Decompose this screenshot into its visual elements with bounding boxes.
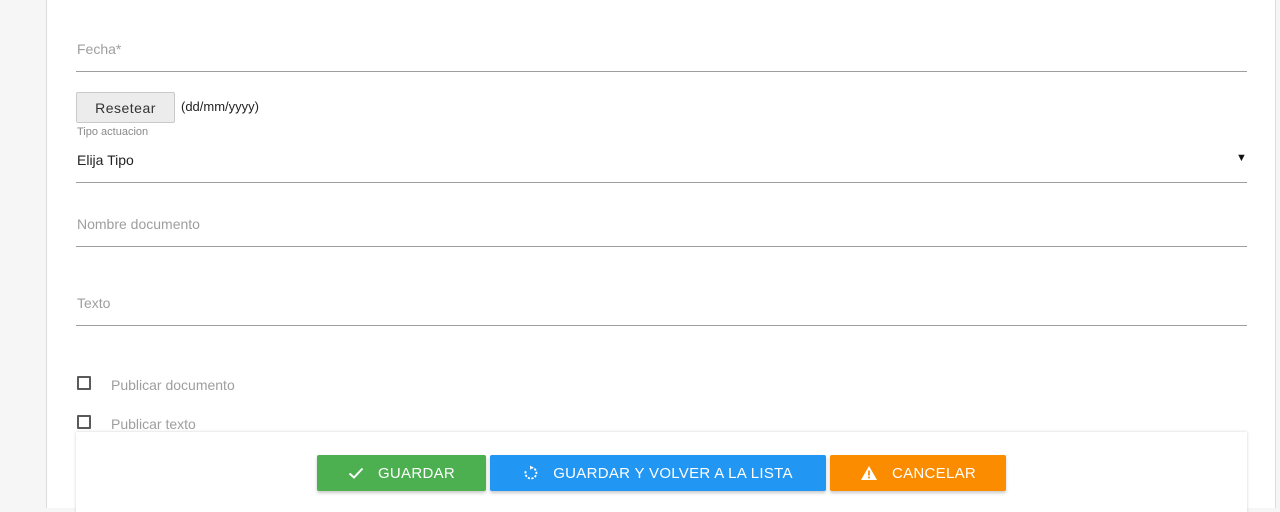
guardar-label: GUARDAR [377,464,456,482]
publicar-documento-label[interactable]: Publicar documento [111,377,235,393]
cancelar-label: CANCELAR [891,464,977,482]
publicar-documento-checkbox[interactable] [77,376,91,390]
tipo-actuacion-label: Tipo actuacion [77,126,149,138]
refresh-icon [523,465,539,481]
fecha-input[interactable]: Fecha* [77,41,121,57]
nombre-documento-input[interactable]: Nombre documento [77,216,200,232]
publicar-texto-label[interactable]: Publicar texto [111,416,196,432]
guardar-volver-label: GUARDAR Y VOLVER A LA LISTA [553,464,793,482]
tipo-actuacion-select[interactable]: Elija Tipo [77,152,134,168]
tipo-underline [76,182,1247,183]
texto-underline [76,325,1247,326]
reset-button[interactable]: Resetear [76,92,175,123]
guardar-volver-button[interactable]: GUARDAR Y VOLVER A LA LISTA [490,455,826,491]
dropdown-arrow-icon[interactable]: ▼ [1236,152,1247,164]
date-format-hint: (dd/mm/yyyy) [181,99,259,114]
publicar-texto-checkbox[interactable] [77,415,91,429]
texto-input[interactable]: Texto [77,295,110,311]
nombre-underline [76,246,1247,247]
guardar-button[interactable]: GUARDAR [317,455,486,491]
cancelar-button[interactable]: CANCELAR [830,455,1006,491]
warning-icon [860,465,878,481]
fecha-underline [76,71,1247,72]
check-icon [348,467,364,479]
